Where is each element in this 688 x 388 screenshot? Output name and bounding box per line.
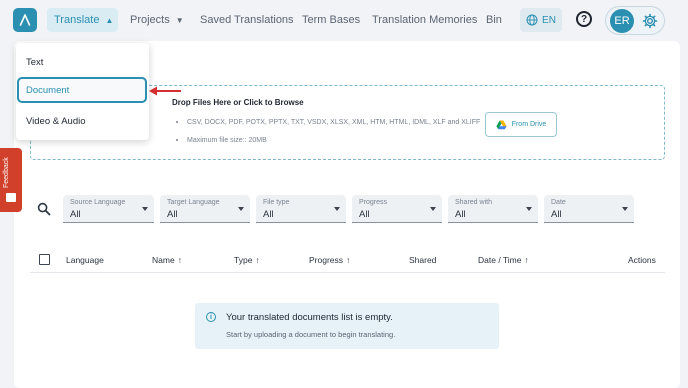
info-icon: i — [206, 312, 216, 322]
help-icon[interactable]: ? — [576, 11, 592, 27]
menu-item-document[interactable]: Document — [17, 77, 147, 103]
filter-source-language[interactable]: Source Language All — [63, 195, 154, 223]
dropdown-arrow-icon — [334, 207, 340, 211]
column-datetime-label: Date / Time — [478, 255, 522, 265]
top-navigation: Translate ▲ Projects ▼ Saved Translation… — [0, 0, 688, 40]
globe-icon — [526, 14, 538, 26]
nav-projects-label: Projects — [130, 14, 170, 26]
nav-translation-memories[interactable]: Translation Memories — [372, 8, 477, 32]
empty-state-notice: i Your translated documents list is empt… — [195, 303, 499, 349]
sort-arrow-icon: ↑ — [524, 255, 529, 265]
language-selector[interactable]: EN — [520, 8, 562, 32]
annotation-arrow-icon — [149, 86, 181, 96]
nav-projects[interactable]: Projects ▼ — [130, 8, 184, 32]
google-drive-icon — [496, 120, 507, 129]
filter-value: All — [263, 209, 274, 220]
supported-formats: CSV, DOCX, PDF, POTX, PPTX, TXT, VSDX, X… — [176, 119, 480, 126]
dropdown-arrow-icon — [622, 207, 628, 211]
column-progress[interactable]: Progress ↑ — [309, 255, 350, 265]
app-logo-icon[interactable] — [13, 8, 37, 32]
sort-arrow-icon: ↑ — [346, 255, 351, 265]
bullet-dot — [176, 139, 178, 142]
chevron-down-icon: ▼ — [175, 15, 184, 25]
filter-value: All — [167, 209, 178, 220]
filter-label: Shared with — [455, 199, 492, 206]
formats-text: CSV, DOCX, PDF, POTX, PPTX, TXT, VSDX, X… — [187, 119, 481, 126]
empty-state-title: Your translated documents list is empty. — [226, 312, 393, 323]
column-shared: Shared — [409, 255, 437, 265]
nav-translate[interactable]: Translate ▲ — [47, 8, 118, 32]
feedback-tab[interactable]: Feedback — [0, 148, 22, 212]
translate-dropdown-menu: Text Document Video & Audio — [16, 43, 149, 140]
nav-saved-translations[interactable]: Saved Translations — [200, 8, 294, 32]
column-type[interactable]: Type ↑ — [234, 255, 260, 265]
column-language[interactable]: Language — [66, 255, 104, 265]
filter-date[interactable]: Date All — [544, 195, 634, 223]
column-name[interactable]: Name ↑ — [152, 255, 182, 265]
nav-bin[interactable]: Bin — [486, 8, 502, 32]
search-icon[interactable] — [37, 202, 51, 216]
from-drive-button[interactable]: From Drive — [485, 112, 557, 137]
filter-shared-with[interactable]: Shared with All — [448, 195, 538, 223]
column-progress-label: Progress — [309, 255, 344, 265]
dropzone-title: Drop Files Here or Click to Browse — [172, 98, 304, 107]
filter-target-language[interactable]: Target Language All — [160, 195, 250, 223]
language-code: EN — [542, 14, 556, 26]
nav-term-bases[interactable]: Term Bases — [302, 8, 360, 32]
table-header: Language Name ↑ Type ↑ Progress ↑ Shared Da… — [30, 246, 665, 273]
from-drive-label: From Drive — [511, 121, 547, 128]
column-name-label: Name — [152, 255, 175, 265]
dropdown-arrow-icon — [142, 207, 148, 211]
gear-icon[interactable] — [642, 13, 658, 29]
column-datetime[interactable]: Date / Time ↑ — [478, 255, 529, 265]
user-menu[interactable]: ER — [605, 6, 665, 35]
avatar[interactable]: ER — [610, 9, 634, 33]
filter-label: Source Language — [70, 199, 126, 206]
filter-file-type[interactable]: File type All — [256, 195, 346, 223]
filter-progress[interactable]: Progress All — [352, 195, 442, 223]
filter-label: File type — [263, 199, 290, 206]
filter-label: Progress — [359, 199, 388, 206]
feedback-label: Feedback — [3, 157, 10, 188]
chevron-up-icon: ▲ — [105, 15, 114, 25]
max-size-text: Maximum file size:: 20MB — [187, 137, 267, 144]
menu-item-text[interactable]: Text — [16, 57, 149, 68]
filter-label: Date — [551, 199, 566, 206]
nav-translate-label: Translate — [54, 14, 100, 26]
filter-value: All — [455, 209, 466, 220]
sort-arrow-icon: ↑ — [177, 255, 182, 265]
empty-state-subtitle: Start by uploading a document to begin t… — [226, 330, 396, 339]
dropdown-arrow-icon — [430, 207, 436, 211]
feedback-icon — [6, 193, 16, 202]
dropdown-arrow-icon — [238, 207, 244, 211]
dropdown-arrow-icon — [526, 207, 532, 211]
sort-arrow-icon: ↑ — [255, 255, 260, 265]
column-type-label: Type — [234, 255, 253, 265]
bullet-dot — [176, 121, 178, 124]
filter-value: All — [551, 209, 562, 220]
select-all-checkbox[interactable] — [39, 254, 50, 265]
filter-label: Target Language — [167, 199, 220, 206]
filter-value: All — [70, 209, 81, 220]
column-actions: Actions — [628, 255, 656, 265]
max-file-size: Maximum file size:: 20MB — [176, 137, 267, 144]
filter-value: All — [359, 209, 370, 220]
menu-item-video-audio[interactable]: Video & Audio — [16, 116, 149, 127]
